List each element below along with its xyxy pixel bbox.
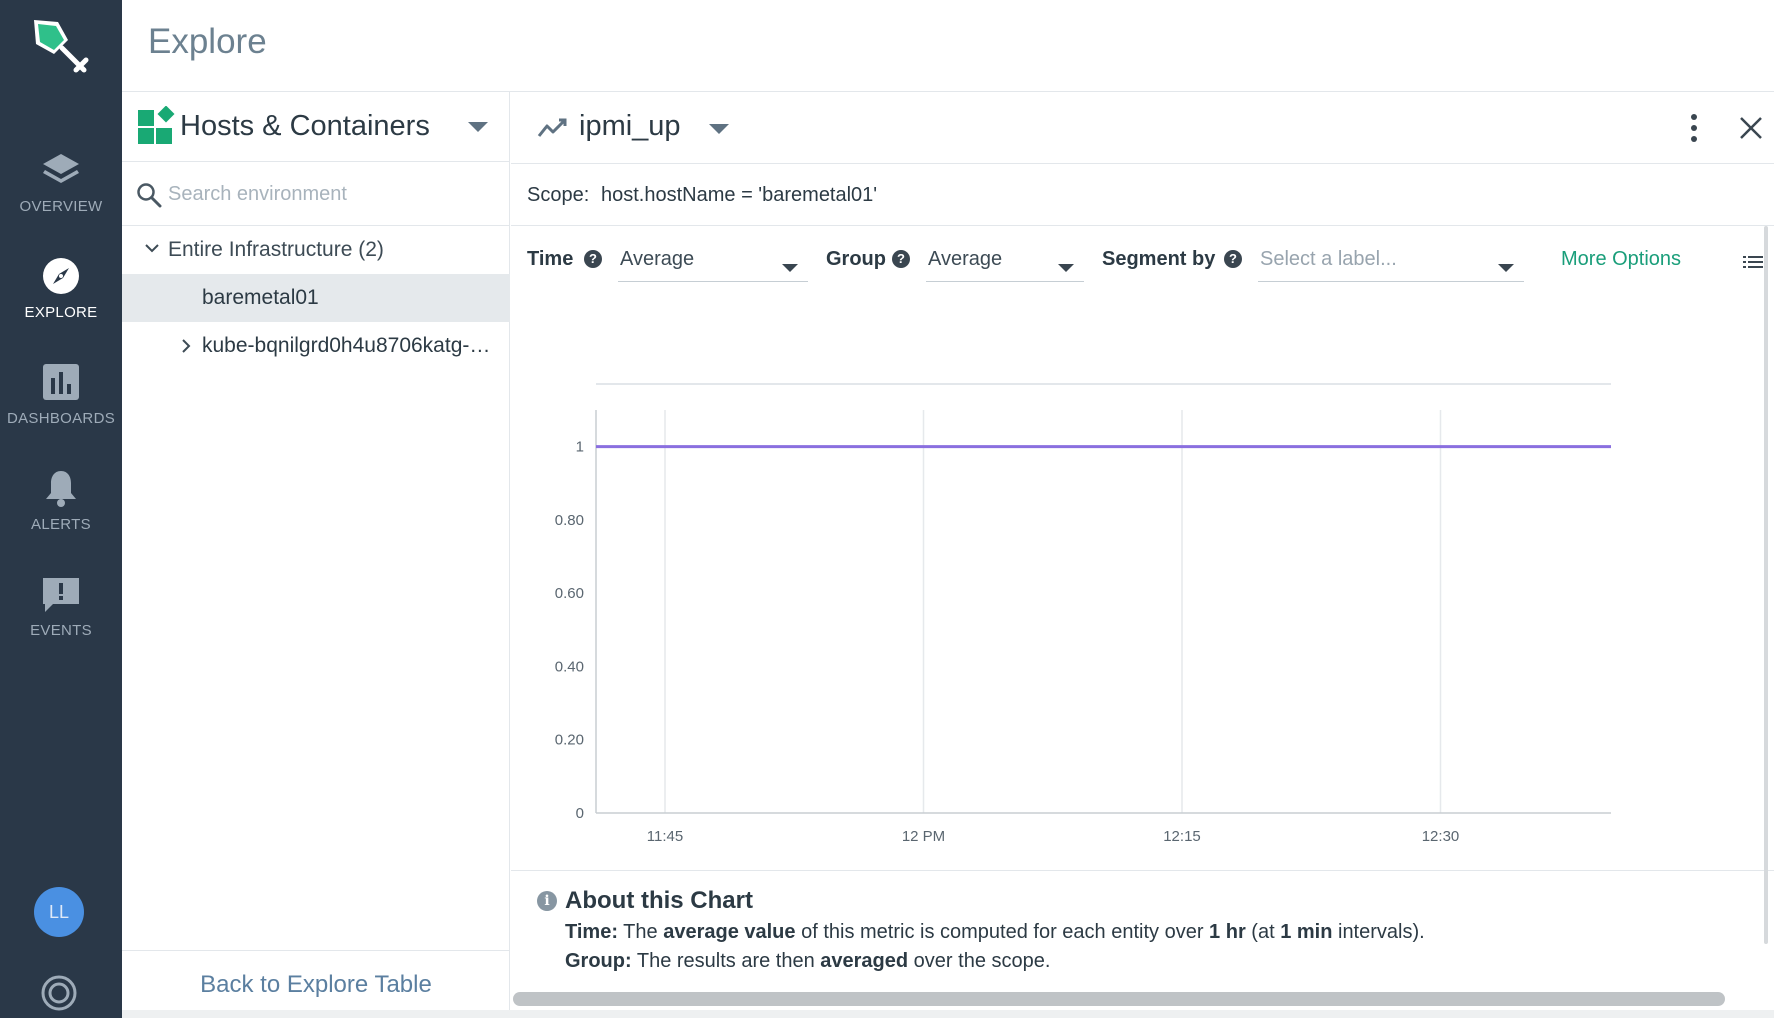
nav-overview[interactable]: OVERVIEW (0, 150, 122, 215)
bar-chart-icon (43, 364, 79, 400)
segment-by-placeholder: Select a label... (1260, 248, 1397, 270)
about-text: The (617, 921, 664, 943)
nav-alerts[interactable]: ALERTS (0, 468, 122, 533)
group-label: Group (826, 248, 886, 270)
caret-down-icon (782, 264, 798, 272)
search-input[interactable] (168, 176, 488, 212)
about-text: The results are then (631, 950, 821, 972)
about-title: About this Chart (565, 887, 753, 914)
aggregation-controls: Time ? Average Group ? Average Segment b… (511, 226, 1774, 296)
support-ring-icon[interactable] (40, 974, 78, 1012)
nav-events[interactable]: EVENTS (0, 574, 122, 639)
line-chart-icon (537, 118, 567, 137)
group-aggregation-select[interactable]: Average (926, 238, 1084, 282)
entity-panel: Hosts & Containers Entire Infrastructure… (122, 92, 510, 1018)
scope-value: host.hostName = 'baremetal01' (601, 184, 878, 206)
caret-down-icon[interactable] (709, 124, 729, 134)
hosts-containers-icon (138, 106, 175, 144)
chevron-down-icon[interactable] (144, 240, 160, 256)
layers-icon (43, 154, 79, 183)
group-help-icon[interactable]: ? (892, 250, 910, 268)
about-chart-section: i About this Chart Time: The average val… (511, 870, 1774, 990)
tree-item-label: kube-bqnilgrd0h4u8706katg-m... (202, 334, 498, 357)
metric-header: ipmi_up (511, 92, 1774, 164)
about-text: (at (1245, 921, 1281, 943)
caret-down-icon (1498, 264, 1514, 272)
sidebar-nav: OVERVIEW EXPLORE DASHBOARDS ALERTS EVENT… (0, 0, 122, 1018)
about-text: of this metric is computed for each enti… (795, 921, 1210, 943)
nav-explore-label: EXPLORE (24, 304, 98, 321)
nav-overview-label: OVERVIEW (19, 198, 103, 215)
scope-row: Scope: host.hostName = 'baremetal01' (511, 164, 1774, 226)
chart-y-tick-label: 0.40 (555, 658, 584, 675)
tree-item-baremetal01[interactable]: baremetal01 (122, 274, 510, 322)
user-avatar[interactable]: LL (34, 887, 84, 937)
chart-x-tick-label: 12:15 (1163, 828, 1201, 845)
tree-item-kube-host[interactable]: kube-bqnilgrd0h4u8706katg-m... (122, 322, 510, 370)
tree-root-entire-infrastructure[interactable]: Entire Infrastructure (2) (122, 226, 510, 274)
message-alert-icon (43, 578, 79, 612)
chart-y-tick-label: 0 (576, 805, 584, 822)
metric-name[interactable]: ipmi_up (579, 110, 681, 143)
back-to-explore-table-link[interactable]: Back to Explore Table (122, 950, 510, 1018)
bell-icon (46, 471, 76, 507)
nav-alerts-label: ALERTS (31, 516, 91, 533)
time-aggregation-value: Average (620, 248, 695, 270)
entity-type-title: Hosts & Containers (180, 110, 430, 142)
chart-x-tick-label: 12:30 (1422, 828, 1460, 845)
more-options-link[interactable]: More Options (1561, 248, 1681, 271)
about-group-prefix: Group: (565, 950, 632, 972)
metric-panel: ipmi_up Scope: host.hostName = 'baremeta… (511, 92, 1774, 1018)
scope-label: Scope: (527, 184, 590, 206)
page-title: Explore (148, 22, 267, 61)
about-time-prefix: Time: (565, 921, 618, 943)
nav-events-label: EVENTS (30, 622, 92, 639)
segment-help-icon[interactable]: ? (1224, 250, 1242, 268)
caret-down-icon (1058, 264, 1074, 272)
segment-by-select[interactable]: Select a label... (1258, 238, 1524, 282)
nav-dashboards[interactable]: DASHBOARDS (0, 362, 122, 427)
metric-chart[interactable]: 0 0.20 0.40 0.60 0.80 1 11:45 12 PM 12:15 12:30 (511, 296, 1774, 870)
group-aggregation-value: Average (928, 248, 1003, 270)
logo-shovel-icon[interactable] (28, 14, 92, 78)
info-icon: i (537, 891, 557, 911)
scrollbar-thumb[interactable] (513, 992, 1725, 1006)
tree-item-label: baremetal01 (202, 286, 319, 309)
time-help-icon[interactable]: ? (584, 250, 602, 268)
chart-x-tick-label: 12 PM (902, 828, 945, 845)
nav-explore[interactable]: EXPLORE (0, 256, 122, 321)
vertical-scrollbar[interactable] (1764, 226, 1768, 944)
close-icon[interactable] (1737, 114, 1765, 142)
chart-x-tick-label: 11:45 (647, 828, 683, 845)
time-aggregation-select[interactable]: Average (618, 238, 808, 282)
caret-down-icon[interactable] (468, 122, 488, 132)
about-bold: average value (663, 921, 796, 943)
chart-y-tick-label: 1 (576, 439, 584, 456)
bottom-strip (122, 1010, 1774, 1018)
entity-type-selector[interactable]: Hosts & Containers (122, 92, 510, 162)
about-text: over the scope. (908, 950, 1051, 972)
about-bold: 1 min (1280, 921, 1333, 943)
search-icon (137, 183, 162, 208)
about-group-description: Group: The results are then averaged ove… (565, 950, 1050, 973)
about-time-description: Time: The average value of this metric i… (565, 921, 1425, 944)
chevron-right-icon[interactable] (178, 338, 194, 354)
horizontal-scrollbar[interactable] (513, 990, 1725, 1008)
search-bar (122, 162, 510, 226)
chart-y-tick-label: 0.60 (555, 585, 584, 602)
tree-root-label: Entire Infrastructure (2) (168, 238, 384, 261)
page-header: Explore (122, 0, 1774, 92)
line-chart: 0 0.20 0.40 0.60 0.80 1 11:45 12 PM 12:15 12:30 (555, 383, 1611, 845)
segment-by-label: Segment by (1102, 248, 1216, 270)
about-text: intervals). (1332, 921, 1425, 943)
chart-y-tick-label: 0.20 (555, 732, 584, 749)
time-label: Time (527, 248, 574, 270)
more-vertical-icon[interactable] (1687, 112, 1701, 144)
list-icon[interactable] (1743, 254, 1763, 270)
chart-y-tick-label: 0.80 (555, 512, 584, 529)
about-bold: 1 hr (1209, 921, 1246, 943)
nav-dashboards-label: DASHBOARDS (6, 410, 116, 427)
about-bold: averaged (820, 950, 909, 972)
compass-icon (43, 258, 79, 294)
